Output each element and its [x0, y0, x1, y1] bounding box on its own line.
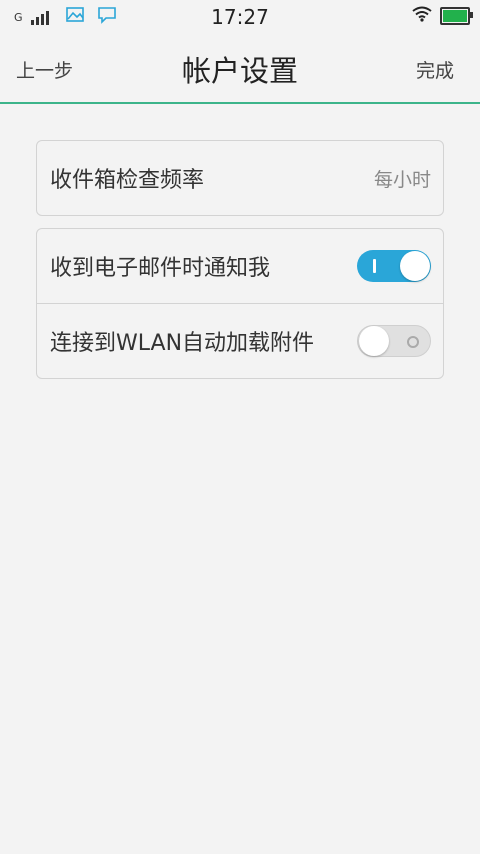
battery-level — [443, 10, 467, 22]
check-frequency-row[interactable]: 收件箱检查频率 每小时 — [37, 141, 443, 215]
wlan-auto-download-label: 连接到WLAN自动加载附件 — [50, 331, 315, 356]
status-time: 17:27 — [211, 5, 269, 29]
toggle-knob — [359, 326, 389, 356]
check-frequency-label: 收件箱检查频率 — [50, 168, 205, 193]
toggle-off-mark-icon — [407, 336, 419, 348]
settings-group-frequency: 收件箱检查频率 每小时 — [36, 140, 444, 216]
notify-on-mail-row: 收到电子邮件时通知我 — [37, 229, 443, 303]
settings-group-notifications: 收到电子邮件时通知我 连接到WLAN自动加载附件 — [36, 228, 444, 379]
toggle-on-mark-icon — [373, 259, 376, 273]
notify-on-mail-label: 收到电子邮件时通知我 — [50, 256, 271, 281]
battery-icon — [440, 7, 473, 25]
toggle-knob — [400, 251, 430, 281]
done-button[interactable]: 完成 — [416, 56, 454, 83]
notify-on-mail-toggle[interactable] — [357, 250, 431, 282]
title-bar: 上一步 帐户设置 完成 — [0, 32, 480, 104]
wlan-auto-download-row: 连接到WLAN自动加载附件 — [37, 303, 443, 378]
back-button[interactable]: 上一步 — [16, 56, 73, 83]
check-frequency-value: 每小时 — [373, 168, 431, 191]
status-bar: G 17:27 — [0, 0, 480, 32]
status-right — [412, 6, 473, 26]
wifi-icon — [412, 6, 432, 26]
wlan-auto-download-toggle[interactable] — [357, 325, 431, 357]
